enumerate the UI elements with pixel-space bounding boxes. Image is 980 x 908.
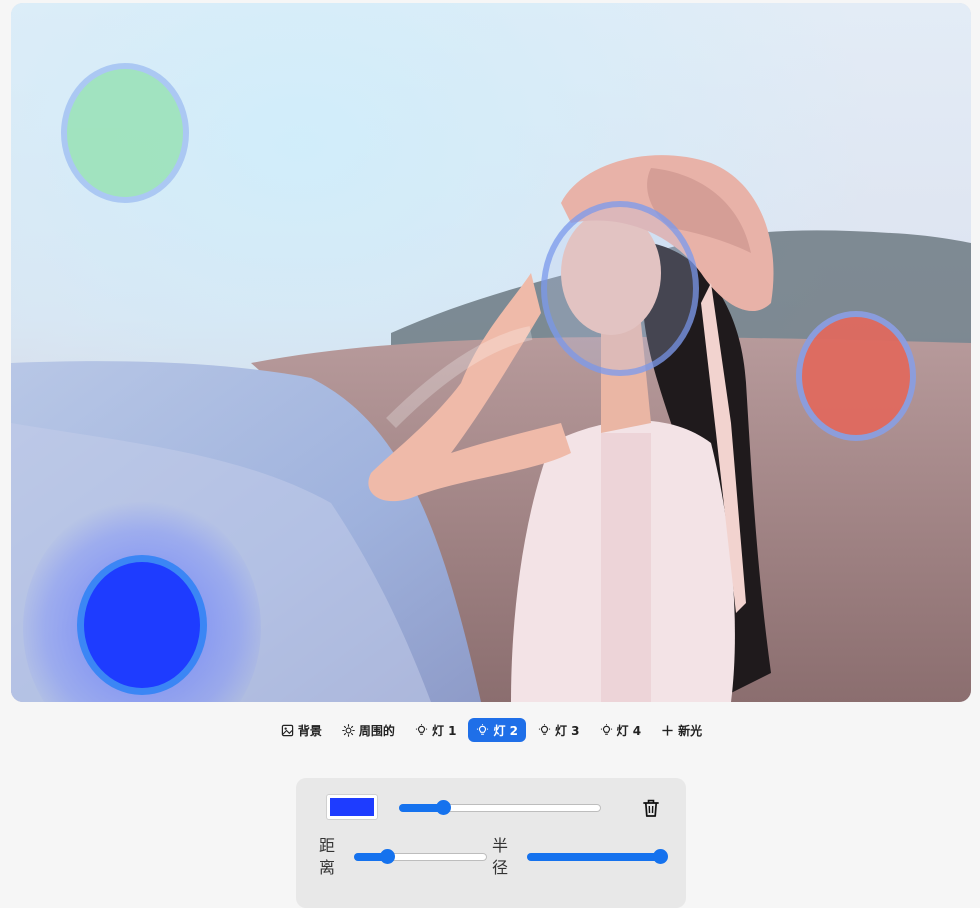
distance-label: 距离: [319, 835, 337, 879]
bulb-icon: [538, 724, 551, 737]
new-light-button[interactable]: 新光: [653, 718, 710, 742]
bulb-icon: [476, 724, 489, 737]
color-picker-button[interactable]: [327, 795, 377, 819]
trash-icon[interactable]: [642, 798, 660, 818]
radius-slider[interactable]: [527, 853, 661, 861]
tab-light-2-label: 灯 2: [493, 722, 518, 739]
tab-light-1[interactable]: 灯 1: [407, 718, 465, 742]
distance-slider-thumb[interactable]: [380, 849, 395, 864]
sun-icon: [342, 724, 355, 737]
tab-light-3-label: 灯 3: [555, 722, 580, 739]
light-3-handle[interactable]: [796, 311, 916, 441]
bulb-icon: [415, 724, 428, 737]
light-2-handle[interactable]: [77, 555, 207, 695]
image-icon: [281, 724, 294, 737]
image-canvas[interactable]: [11, 3, 971, 702]
light-settings-panel: 距离 半径: [296, 778, 686, 908]
new-light-label: 新光: [678, 722, 702, 739]
tab-background-label: 背景: [298, 722, 322, 739]
light-4-handle[interactable]: [541, 201, 699, 376]
radius-slider-thumb[interactable]: [653, 849, 668, 864]
radius-label: 半径: [492, 835, 510, 879]
tab-light-4-label: 灯 4: [617, 722, 642, 739]
plus-icon: [661, 724, 674, 737]
tab-background[interactable]: 背景: [273, 718, 330, 742]
color-swatch: [330, 798, 374, 816]
tab-light-1-label: 灯 1: [432, 722, 457, 739]
radius-slider-fill: [527, 853, 660, 861]
tab-light-2[interactable]: 灯 2: [468, 718, 526, 742]
light-1-handle[interactable]: [61, 63, 189, 203]
intensity-slider-thumb[interactable]: [436, 800, 451, 815]
tab-light-3[interactable]: 灯 3: [530, 718, 588, 742]
light-toolbar: 背景 周围的 灯 1 灯: [0, 718, 980, 742]
distance-slider[interactable]: [354, 853, 487, 861]
intensity-slider[interactable]: [399, 804, 601, 812]
tab-light-4[interactable]: 灯 4: [592, 718, 650, 742]
bulb-icon: [600, 724, 613, 737]
tab-ambient-label: 周围的: [359, 722, 395, 739]
tab-ambient[interactable]: 周围的: [334, 718, 403, 742]
